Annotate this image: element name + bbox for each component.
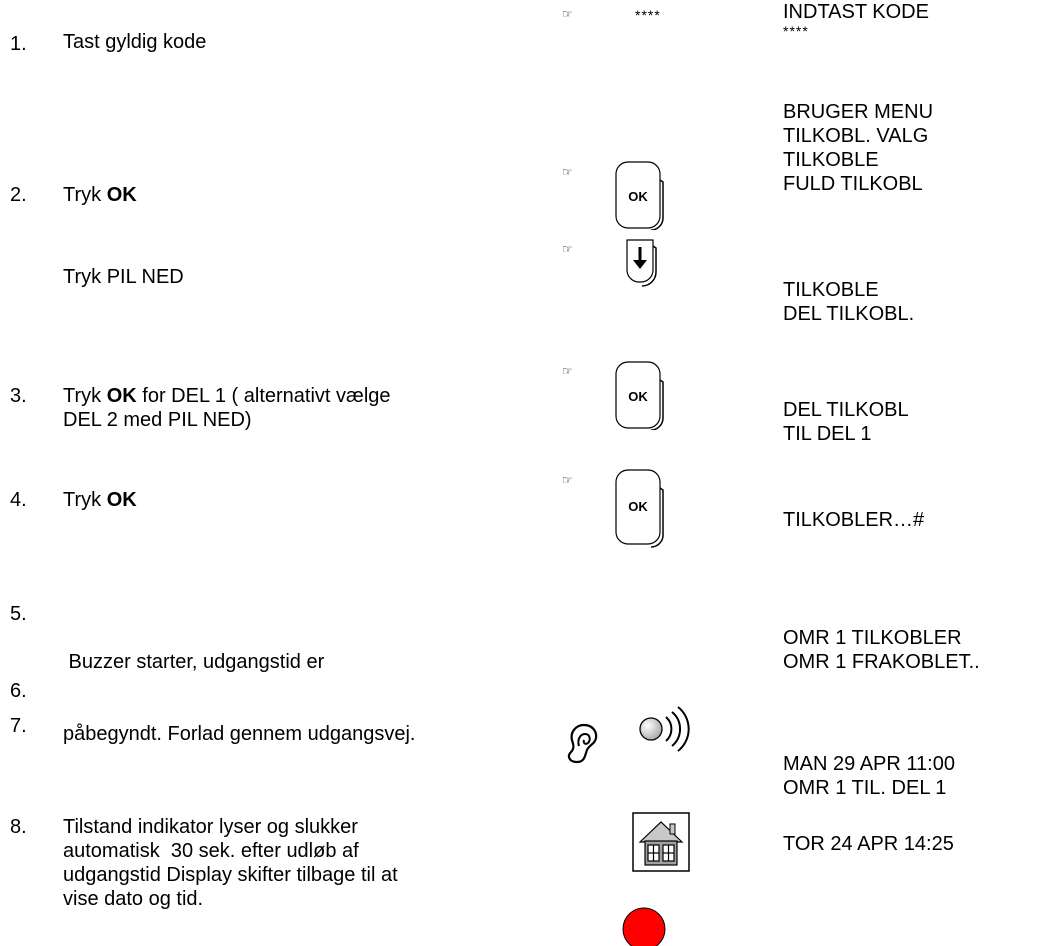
display-line: BRUGER MENU: [783, 101, 934, 123]
house-icon: [632, 812, 690, 872]
ok-key-icon: OK: [615, 161, 664, 230]
ok-key-icon: OK: [615, 361, 664, 430]
step-6-number: 6.: [10, 680, 27, 702]
display-line: OMR 1 TIL. DEL 1: [783, 777, 947, 799]
display-line: DEL TILKOBL: [783, 399, 909, 421]
display-line: TILKOBLE: [783, 149, 879, 171]
sound-waves-icon: [639, 706, 690, 752]
code-stars: ****: [635, 7, 661, 23]
display-step-3: DEL TILKOBL TIL DEL 1: [783, 398, 909, 446]
step-3-number: 3.: [10, 385, 27, 407]
display-step-5: OMR 1 TILKOBLER OMR 1 FRAKOBLET..: [783, 626, 980, 674]
pointing-hand-icon: ☞: [562, 7, 573, 21]
display-step-4: TILKOBLER…#: [783, 508, 924, 532]
display-line: OMR 1 TILKOBLER: [783, 627, 962, 649]
display-line: FULD TILKOBL: [783, 173, 923, 195]
pointing-hand-icon: ☞: [562, 242, 573, 256]
display-line: TIL DEL 1: [783, 423, 872, 445]
step-1-text: Tast gyldig kode: [63, 31, 207, 53]
step-5-number: 5.: [10, 603, 27, 625]
step-3-text: Tryk OK for DEL 1 ( alternativt vælge DE…: [63, 385, 391, 431]
down-arrow-key-icon: [626, 239, 657, 287]
display-line: INDTAST KODE: [783, 1, 929, 23]
step-1-number: 1.: [10, 33, 27, 55]
ok-key-icon: OK: [615, 469, 664, 548]
red-led-icon: [622, 907, 666, 946]
step-8-text: Tilstand indikator lyser og slukker auto…: [63, 816, 398, 910]
step-8-number: 8.: [10, 816, 27, 838]
step-2-text: Tryk OK: [63, 184, 137, 206]
pointing-hand-icon: ☞: [562, 364, 573, 378]
display-step-8: TOR 24 APR 14:25: [783, 832, 954, 856]
display-step-2: BRUGER MENU TILKOBL. VALG TILKOBLE FULD …: [783, 100, 933, 196]
display-step-7: MAN 29 APR 11:00 OMR 1 TIL. DEL 1: [783, 752, 955, 800]
display-line: OMR 1 FRAKOBLET..: [783, 651, 980, 673]
step-5-text: Buzzer starter, udgangstid er påbegyndt.…: [63, 651, 416, 745]
step-2-number: 2.: [10, 184, 27, 206]
step-4-number: 4.: [10, 489, 27, 511]
display-line: TOR 24 APR 14:25: [783, 833, 954, 855]
display-line: DEL TILKOBL.: [783, 303, 915, 325]
pointing-hand-icon: ☞: [562, 473, 573, 487]
pointing-hand-icon: ☞: [562, 165, 573, 179]
display-line: TILKOBL. VALG: [783, 125, 929, 147]
step-2b-text: Tryk PIL NED: [63, 266, 184, 288]
svg-text:OK: OK: [628, 389, 648, 404]
display-step-2b: TILKOBLE DEL TILKOBL.: [783, 278, 914, 326]
svg-text:OK: OK: [628, 499, 648, 514]
step-4-text: Tryk OK: [63, 489, 137, 511]
display-line: MAN 29 APR 11:00: [783, 753, 955, 775]
display-line: TILKOBLE: [783, 279, 879, 301]
display-step-1: INDTAST KODE ****: [783, 0, 929, 38]
display-line: TILKOBLER…#: [783, 509, 925, 531]
ear-icon: [567, 723, 598, 764]
step-7-number: 7.: [10, 715, 27, 737]
display-line: ****: [783, 23, 809, 39]
svg-text:OK: OK: [628, 189, 648, 204]
